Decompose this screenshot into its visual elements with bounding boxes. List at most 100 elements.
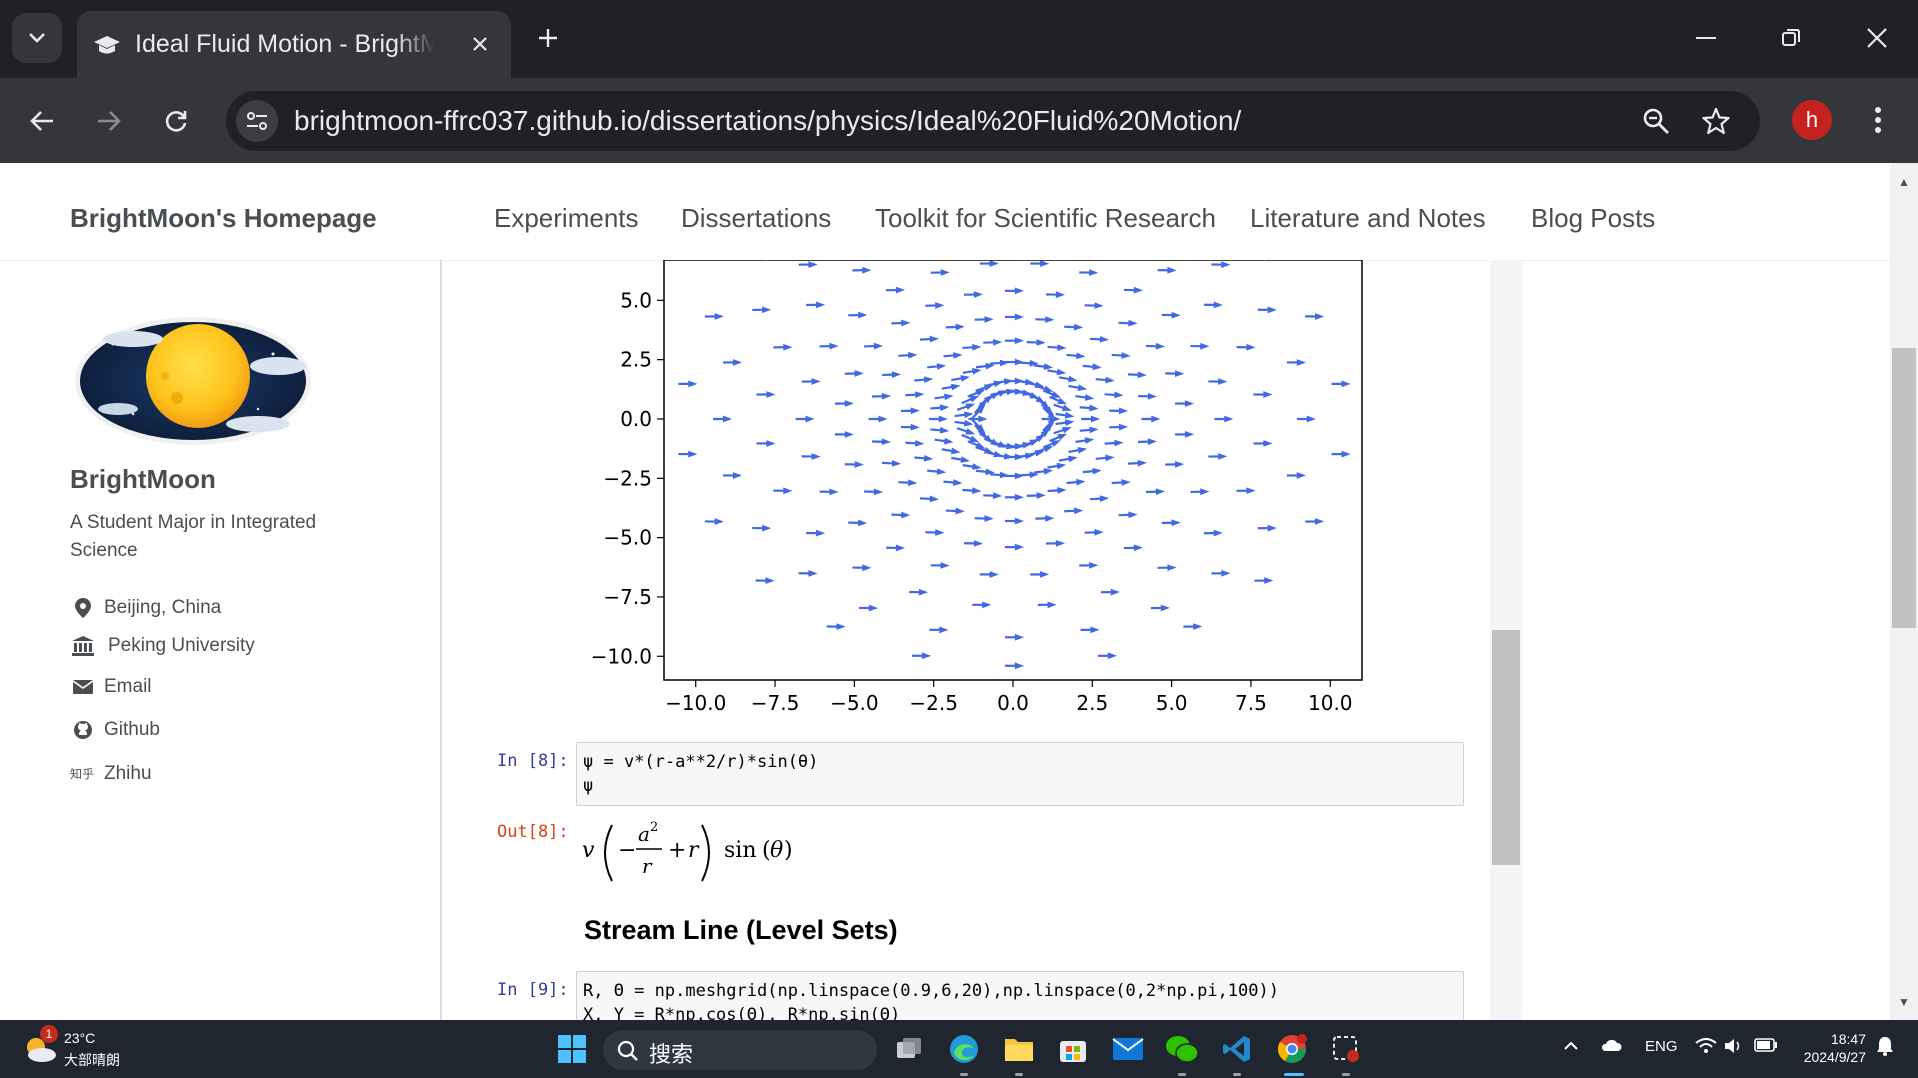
system-clock[interactable]: 18:47 2024/9/27 [1796, 1030, 1866, 1066]
university-icon [72, 635, 94, 656]
restore-button[interactable] [1771, 18, 1811, 58]
language-indicator[interactable]: ENG [1645, 1038, 1678, 1055]
mail-icon [1112, 1038, 1144, 1060]
x-tick-label: −10.0 [665, 691, 726, 715]
taskbar-search[interactable]: 搜索 [603, 1030, 877, 1070]
running-indicator [1015, 1073, 1023, 1076]
nav-blog-posts[interactable]: Blog Posts [1531, 203, 1655, 234]
y-tick-label: −5.0 [603, 526, 652, 550]
active-tab[interactable]: Ideal Fluid Motion - BrightMoon's Homepa… [77, 11, 511, 78]
wechat-icon [1166, 1036, 1199, 1063]
site-info-button[interactable] [236, 100, 278, 142]
location-pin-icon [75, 597, 91, 618]
volume-button[interactable] [1724, 1038, 1744, 1058]
chrome-app[interactable] [1272, 1029, 1312, 1069]
edge-app[interactable] [944, 1029, 984, 1069]
wifi-icon [1695, 1038, 1717, 1053]
plus-icon [539, 29, 557, 47]
mail-app[interactable] [1108, 1029, 1148, 1069]
wifi-button[interactable] [1695, 1038, 1717, 1058]
clock-date: 2024/9/27 [1803, 1049, 1866, 1065]
sidebar-item-github[interactable]: Github [70, 716, 160, 744]
edge-icon [950, 1035, 978, 1063]
nav-experiments[interactable]: Experiments [494, 203, 639, 234]
code-cell-9[interactable]: R, Θ = np.meshgrid(np.linspace(0.9,6,20)… [576, 971, 1464, 1022]
tab-close-button[interactable] [465, 29, 495, 59]
arrow-right-icon [98, 111, 121, 131]
store-app[interactable] [1053, 1029, 1093, 1069]
chevron-up-icon [1564, 1041, 1578, 1050]
wechat-app[interactable] [1162, 1029, 1202, 1069]
back-button[interactable] [17, 96, 67, 146]
chevron-down-icon [29, 33, 45, 43]
weather-desc: 大部晴朗 [64, 1052, 120, 1068]
tab-search-button[interactable] [12, 13, 62, 63]
taskbar-search-placeholder: 搜索 [649, 1042, 694, 1067]
svg-text:sin: sin [724, 838, 757, 863]
address-bar[interactable]: brightmoon-ffrc037.github.io/dissertatio… [226, 91, 1760, 151]
task-view-button[interactable] [890, 1029, 930, 1069]
profile-avatar[interactable]: h [1792, 100, 1832, 140]
zoom-button[interactable] [1638, 103, 1674, 139]
inner-scrollbar-thumb[interactable] [1492, 630, 1520, 865]
restore-icon [1782, 29, 1800, 46]
new-tab-button[interactable] [530, 20, 566, 56]
x-tick-label: 10.0 [1308, 691, 1353, 715]
zoom-out-icon [1643, 108, 1669, 134]
quiver-plot: −10.0 −7.5 −5.0 −2.5 0.0 2.5 5.0 7.5 10.0 5.0 2.5 0… [591, 260, 1363, 715]
scroll-up-arrow[interactable]: ▲ [1890, 170, 1918, 194]
battery-button[interactable] [1754, 1038, 1778, 1056]
x-tick-label: 2.5 [1076, 691, 1108, 715]
start-button[interactable] [552, 1029, 592, 1069]
folder-icon [1005, 1039, 1033, 1061]
snipping-tool-app[interactable] [1326, 1029, 1366, 1069]
sidebar-item-email[interactable]: Email [70, 673, 152, 701]
scroll-down-arrow[interactable]: ▼ [1890, 990, 1918, 1014]
output-prompt-8: Out[8]: [497, 822, 569, 842]
vscode-app[interactable] [1217, 1029, 1257, 1069]
site-brand-link[interactable]: BrightMoon's Homepage [70, 203, 377, 234]
graduation-cap-icon [94, 36, 120, 54]
page-scrollbar-thumb[interactable] [1892, 348, 1916, 628]
sidebar-item-zhihu[interactable]: 知乎 Zhihu [70, 760, 152, 788]
tab-title: Ideal Fluid Motion - BrightMoon's Homepa… [135, 27, 435, 61]
sidebar-divider [440, 260, 442, 1020]
forward-button[interactable] [84, 96, 134, 146]
nav-literature[interactable]: Literature and Notes [1250, 203, 1486, 234]
browser-menu-button[interactable] [1860, 100, 1896, 140]
code-text: ψ [583, 776, 594, 796]
more-vert-icon [1875, 107, 1881, 133]
svg-text:+: + [668, 838, 686, 863]
code-cell-8[interactable]: ψ = v*(r-a**2/r)*sin(θ) ψ [576, 742, 1464, 806]
reload-button[interactable] [151, 96, 201, 146]
zhihu-label: Zhihu [104, 763, 152, 785]
site-navbar: BrightMoon's Homepage Experiments Disser… [0, 163, 1890, 261]
weather-temp: 23°C [64, 1030, 96, 1046]
x-tick-label: 0.0 [997, 691, 1029, 715]
bookmark-button[interactable] [1698, 103, 1734, 139]
plot-frame [663, 260, 1363, 681]
github-icon [74, 720, 92, 739]
taskbar: 1 23°C 大部晴朗 搜索 ENG 18:47 2024/9/27 [0, 1020, 1918, 1078]
chrome-icon [1278, 1034, 1307, 1063]
close-window-button[interactable] [1857, 18, 1897, 58]
url-text[interactable]: brightmoon-ffrc037.github.io/dissertatio… [294, 103, 1241, 139]
tray-overflow-button[interactable] [1563, 1038, 1579, 1055]
x-tick-label: −7.5 [751, 691, 800, 715]
nav-dissertations[interactable]: Dissertations [681, 203, 831, 234]
y-tick-label: 0.0 [620, 407, 652, 431]
onedrive-button[interactable] [1600, 1038, 1622, 1056]
close-icon [1867, 28, 1887, 48]
svg-text:−: − [618, 838, 636, 863]
windows-icon [558, 1035, 586, 1063]
nav-toolkit[interactable]: Toolkit for Scientific Research [875, 203, 1216, 234]
file-explorer-app[interactable] [999, 1029, 1039, 1069]
y-tick-label: 2.5 [620, 348, 652, 372]
svg-text:a: a [638, 822, 650, 846]
x-tick-label: 5.0 [1156, 691, 1188, 715]
bell-icon [1877, 1037, 1893, 1056]
arrow-left-icon [30, 111, 53, 131]
notifications-button[interactable] [1876, 1036, 1894, 1060]
minimize-button[interactable] [1686, 18, 1726, 58]
svg-text:r: r [688, 838, 700, 863]
